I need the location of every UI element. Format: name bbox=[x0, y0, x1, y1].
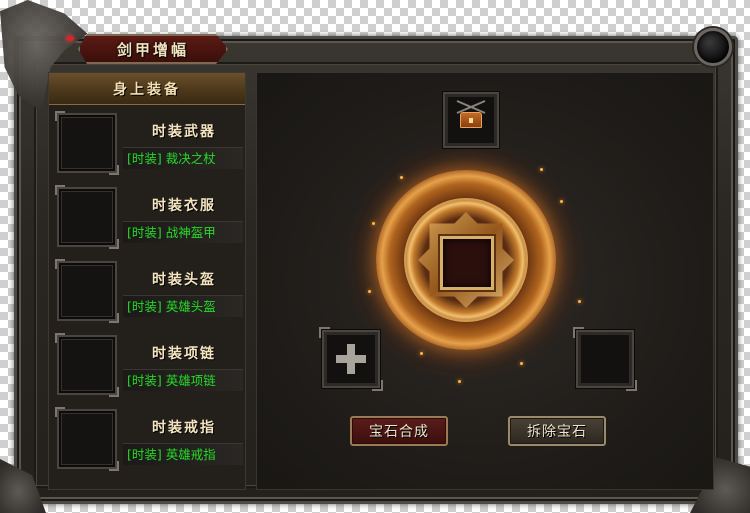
top-item-slot[interactable] bbox=[443, 92, 499, 148]
equipment-panel-header: 身上装备 bbox=[49, 73, 245, 105]
equipment-item-detail: [时装] 裁决之杖 bbox=[123, 147, 243, 169]
close-button[interactable] bbox=[694, 28, 732, 66]
equipment-slot[interactable] bbox=[55, 185, 119, 249]
gem-remove-button[interactable]: 拆除宝石 bbox=[508, 416, 606, 446]
add-gem-slot[interactable] bbox=[319, 327, 383, 391]
window-title: 剑甲增幅 bbox=[116, 40, 189, 59]
equipment-slot[interactable] bbox=[55, 259, 119, 323]
window-title-plate: 剑甲增幅 bbox=[78, 34, 228, 64]
equipment-item-name: 时装项链 bbox=[152, 346, 216, 362]
equipment-item-name: 时装武器 bbox=[152, 124, 216, 140]
equipment-panel-title: 身上装备 bbox=[113, 81, 181, 98]
equipment-panel: 身上装备 时装武器 [时装] 裁决之杖 时装衣服 [时装] 战神盔甲 时装头盔 … bbox=[48, 72, 246, 490]
equipment-item-detail: [时装] 战神盔甲 bbox=[123, 221, 243, 243]
equipment-item-name: 时装头盔 bbox=[152, 272, 216, 288]
equipment-item[interactable]: 时装武器 [时装] 裁决之杖 bbox=[55, 111, 243, 177]
equipment-slot[interactable] bbox=[55, 407, 119, 471]
plus-icon bbox=[336, 344, 366, 374]
equipment-item[interactable]: 时装项链 [时装] 英雄项链 bbox=[55, 333, 243, 399]
treasure-chest-icon bbox=[460, 112, 482, 128]
equipment-item-name: 时装戒指 bbox=[152, 420, 216, 436]
equipment-item-detail: [时装] 英雄戒指 bbox=[123, 443, 243, 465]
equipment-item-detail: [时装] 英雄项链 bbox=[123, 369, 243, 391]
gem-center-slot[interactable] bbox=[440, 236, 494, 290]
dragon-eye-icon bbox=[66, 36, 74, 41]
result-gem-slot[interactable] bbox=[573, 327, 637, 391]
equipment-item[interactable]: 时装头盔 [时装] 英雄头盔 bbox=[55, 259, 243, 325]
gem-compose-button[interactable]: 宝石合成 bbox=[350, 416, 448, 446]
equipment-item[interactable]: 时装衣服 [时装] 战神盔甲 bbox=[55, 185, 243, 251]
equipment-item-name: 时装衣服 bbox=[152, 198, 216, 214]
equipment-item-detail: [时装] 英雄头盔 bbox=[123, 295, 243, 317]
equipment-item[interactable]: 时装戒指 [时装] 英雄戒指 bbox=[55, 407, 243, 473]
equipment-slot[interactable] bbox=[55, 333, 119, 397]
equipment-slot[interactable] bbox=[55, 111, 119, 175]
